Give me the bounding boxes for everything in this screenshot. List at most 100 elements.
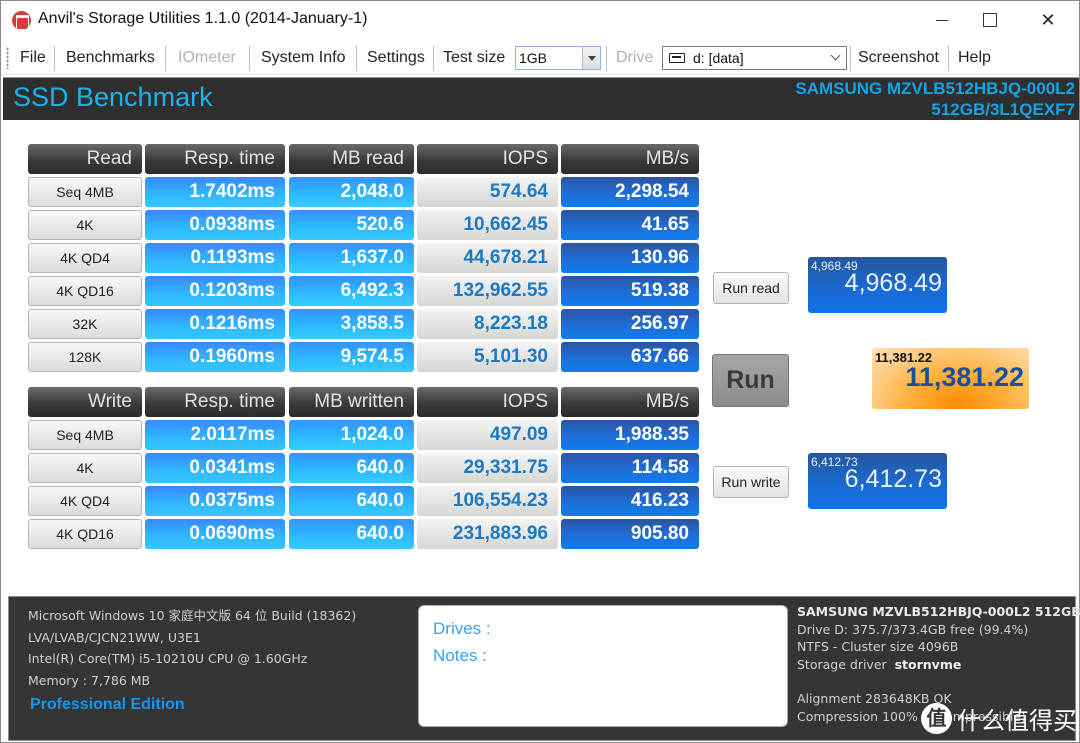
watermark-logo-icon: 值 bbox=[921, 703, 952, 734]
page-title: SSD Benchmark bbox=[13, 82, 213, 112]
write-test-button[interactable]: 4K QD16 bbox=[28, 519, 142, 549]
storage-driver-value: stornvme bbox=[894, 656, 962, 672]
write-test-button[interactable]: 4K QD4 bbox=[28, 486, 142, 516]
read-test-button[interactable]: 32K bbox=[28, 309, 142, 339]
drive-filesystem: NTFS - Cluster size 4096B bbox=[797, 639, 959, 654]
read-test-button[interactable]: 4K bbox=[28, 210, 142, 240]
cpu-info: Intel(R) Core(TM) i5-10210U CPU @ 1.60GH… bbox=[28, 651, 308, 666]
read-test-button[interactable]: 4K QD16 bbox=[28, 276, 142, 306]
run-write-button[interactable]: Run write bbox=[713, 466, 789, 498]
drive-label: Drive bbox=[616, 49, 654, 66]
drive-info-model: SAMSUNG MZVLB512HBJQ-000L2 512GB bbox=[797, 604, 1080, 619]
drive-model-header: SAMSUNG MZVLB512HBJQ-000L2 512GB/3L1QEXF… bbox=[795, 78, 1075, 120]
storage-driver-label: Storage driver bbox=[797, 656, 887, 672]
read-iops-cell: 10,662.45 bbox=[417, 210, 558, 240]
read-test-button[interactable]: 4K QD4 bbox=[28, 243, 142, 273]
read-mbs-cell: 256.97 bbox=[561, 309, 699, 339]
run-read-button[interactable]: Run read bbox=[713, 272, 789, 304]
read-iops-cell: 8,223.18 bbox=[417, 309, 558, 339]
bios-info: LVA/LVAB/CJCN21WW, U3E1 bbox=[28, 629, 201, 645]
write-mb-cell: 640.0 bbox=[289, 486, 414, 516]
toolbar-grip-icon[interactable] bbox=[6, 47, 9, 69]
edition-label: Professional Edition bbox=[30, 696, 185, 713]
menu-separator bbox=[54, 46, 55, 71]
write-mb-cell: 640.0 bbox=[289, 453, 414, 483]
memory-info: Memory : 7,786 MB bbox=[28, 672, 151, 688]
chevron-down-icon[interactable] bbox=[830, 50, 841, 61]
read-resp-time-cell: 0.1216ms bbox=[145, 309, 285, 339]
column-header: IOPS bbox=[417, 144, 558, 174]
write-iops-cell: 497.09 bbox=[417, 420, 558, 450]
write-iops-cell: 106,554.23 bbox=[417, 486, 558, 516]
write-test-button[interactable]: Seq 4MB bbox=[28, 420, 142, 450]
read-mb-cell: 1,637.0 bbox=[289, 243, 414, 273]
read-mbs-cell: 2,298.54 bbox=[561, 177, 699, 207]
menu-separator bbox=[249, 46, 250, 71]
hard-drive-icon bbox=[669, 53, 685, 63]
info-panel: Microsoft Windows 10 家庭中文版 64 位 Build (1… bbox=[8, 596, 1080, 741]
write-resp-time-cell: 0.0375ms bbox=[145, 486, 285, 516]
maximize-button[interactable] bbox=[967, 1, 1013, 39]
column-header: Read bbox=[28, 144, 142, 174]
read-mb-cell: 520.6 bbox=[289, 210, 414, 240]
column-header: Write bbox=[28, 387, 142, 417]
run-button[interactable]: Run bbox=[712, 354, 789, 407]
menu-bar: File Benchmarks IOmeter System Info Sett… bbox=[1, 41, 1079, 75]
app-logo-icon bbox=[12, 11, 31, 30]
read-mb-cell: 2,048.0 bbox=[289, 177, 414, 207]
notes-textarea[interactable]: Drives : Notes : bbox=[418, 605, 788, 727]
column-header: Resp. time bbox=[145, 387, 285, 417]
test-size-select[interactable]: 1GB bbox=[515, 46, 601, 70]
close-button[interactable]: ✕ bbox=[1025, 1, 1071, 39]
menu-separator bbox=[356, 46, 357, 71]
menu-separator bbox=[850, 46, 851, 71]
storage-driver: Storage driver stornvme bbox=[797, 656, 1080, 674]
read-score: 4,968.49 bbox=[844, 269, 942, 297]
system-info: Microsoft Windows 10 家庭中文版 64 位 Build (1… bbox=[28, 605, 356, 691]
column-header: MB read bbox=[289, 144, 414, 174]
read-resp-time-cell: 0.0938ms bbox=[145, 210, 285, 240]
column-header: Resp. time bbox=[145, 144, 285, 174]
drive-select[interactable]: d: [data] bbox=[662, 46, 847, 70]
read-mbs-cell: 130.96 bbox=[561, 243, 699, 273]
write-test-button[interactable]: 4K bbox=[28, 453, 142, 483]
write-score-panel: 6,412.73 6,412.73 bbox=[808, 453, 947, 509]
menu-settings[interactable]: Settings bbox=[367, 49, 425, 67]
window-title: Anvil's Storage Utilities 1.1.0 (2014-Ja… bbox=[38, 10, 368, 27]
menu-screenshot[interactable]: Screenshot bbox=[858, 49, 939, 67]
read-iops-cell: 574.64 bbox=[417, 177, 558, 207]
write-score: 6,412.73 bbox=[844, 465, 942, 493]
menu-help[interactable]: Help bbox=[958, 49, 991, 67]
drives-label: Drives : bbox=[433, 619, 491, 638]
write-mb-cell: 640.0 bbox=[289, 519, 414, 549]
menu-benchmarks[interactable]: Benchmarks bbox=[66, 49, 155, 67]
read-score-panel: 4,968.49 4,968.49 bbox=[808, 257, 947, 313]
column-header: MB/s bbox=[561, 144, 699, 174]
header-banner: SSD Benchmark SAMSUNG MZVLB512HBJQ-000L2… bbox=[3, 77, 1079, 120]
read-mbs-cell: 41.65 bbox=[561, 210, 699, 240]
column-header: MB/s bbox=[561, 387, 699, 417]
write-resp-time-cell: 0.0690ms bbox=[145, 519, 285, 549]
read-iops-cell: 132,962.55 bbox=[417, 276, 558, 306]
menu-separator bbox=[948, 46, 949, 71]
total-score: 11,381.22 bbox=[905, 362, 1024, 392]
menu-system-info[interactable]: System Info bbox=[261, 49, 345, 67]
menu-separator bbox=[433, 46, 434, 71]
read-test-button[interactable]: 128K bbox=[28, 342, 142, 372]
minimize-button[interactable] bbox=[919, 1, 965, 39]
watermark-text: 什么值得买 bbox=[957, 707, 1077, 735]
write-mb-cell: 1,024.0 bbox=[289, 420, 414, 450]
read-iops-cell: 44,678.21 bbox=[417, 243, 558, 273]
read-mb-cell: 3,858.5 bbox=[289, 309, 414, 339]
read-test-button[interactable]: Seq 4MB bbox=[28, 177, 142, 207]
write-mbs-cell: 1,988.35 bbox=[561, 420, 699, 450]
menu-file[interactable]: File bbox=[20, 49, 46, 67]
dropdown-arrow-icon[interactable] bbox=[582, 47, 600, 69]
write-iops-cell: 29,331.75 bbox=[417, 453, 558, 483]
read-mb-cell: 6,492.3 bbox=[289, 276, 414, 306]
read-resp-time-cell: 0.1193ms bbox=[145, 243, 285, 273]
read-mbs-cell: 637.66 bbox=[561, 342, 699, 372]
os-info: Microsoft Windows 10 家庭中文版 64 位 Build (1… bbox=[28, 608, 357, 623]
menu-iometer[interactable]: IOmeter bbox=[178, 49, 236, 67]
column-header: IOPS bbox=[417, 387, 558, 417]
